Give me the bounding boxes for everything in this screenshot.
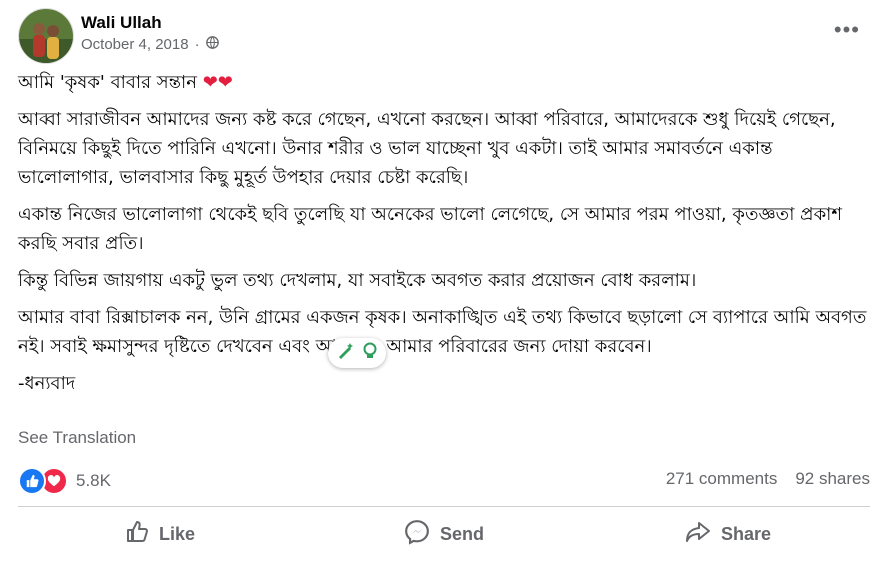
action-bar: Like Send Share (18, 512, 870, 556)
post-date[interactable]: October 4, 2018 (81, 36, 189, 53)
send-button[interactable]: Send (302, 512, 586, 556)
like-button[interactable]: Like (18, 512, 302, 556)
share-button[interactable]: Share (586, 512, 870, 556)
heart-icons: ❤❤ (202, 72, 233, 93)
like-reaction-icon (18, 467, 46, 495)
post-body: আমি 'কৃষক' বাবার সন্তান ❤❤ আব্বা সারাজীব… (18, 68, 868, 406)
author-name[interactable]: Wali Ullah (81, 13, 162, 33)
post-paragraph: আব্বা সারাজীবন আমাদের জন্য কষ্ট করে গেছে… (18, 109, 836, 188)
thumbs-up-icon (125, 520, 149, 549)
messenger-icon (404, 519, 430, 550)
divider (18, 506, 870, 507)
comments-count[interactable]: 271 comments (666, 469, 778, 489)
reactions-summary[interactable]: 5.8K (18, 467, 111, 495)
post-paragraph: একান্ত নিজের ভালোলাগা থেকেই ছবি তুলেছি য… (18, 204, 843, 254)
post-paragraph: কিন্তু বিভিন্ন জায়গায় একটু ভুল তথ্য দে… (18, 270, 697, 291)
globe-icon (205, 36, 219, 53)
lightbulb-icon[interactable] (362, 342, 378, 365)
like-label: Like (158, 523, 196, 544)
more-options-icon[interactable]: ••• (834, 19, 860, 41)
shares-count[interactable]: 92 shares (795, 469, 870, 489)
share-arrow-icon (685, 520, 711, 549)
writing-assistant-widget[interactable] (328, 338, 386, 368)
engagement-stats: 5.8K 271 comments 92 shares (18, 463, 870, 495)
comment-share-counts: 271 comments 92 shares (666, 469, 870, 489)
send-label: Send (439, 523, 484, 544)
share-label: Share (720, 523, 772, 544)
pencil-sparkle-icon[interactable] (336, 342, 354, 365)
post-header: Wali Ullah October 4, 2018 · ••• (18, 8, 870, 64)
post-paragraph: আমার বাবা রিক্সাচালক নন, উনি গ্রামের একজ… (18, 307, 867, 357)
post-signoff: -ধন্যবাদ (18, 373, 76, 394)
see-translation-link[interactable]: See Translation (18, 428, 136, 448)
post-title: আমি 'কৃষক' বাবার সন্তান (18, 72, 197, 93)
post-meta: October 4, 2018 · (81, 36, 219, 53)
reaction-count: 5.8K (76, 471, 111, 490)
post-title-line: আমি 'কৃষক' বাবার সন্তান ❤❤ (18, 68, 868, 97)
avatar[interactable] (18, 8, 74, 64)
